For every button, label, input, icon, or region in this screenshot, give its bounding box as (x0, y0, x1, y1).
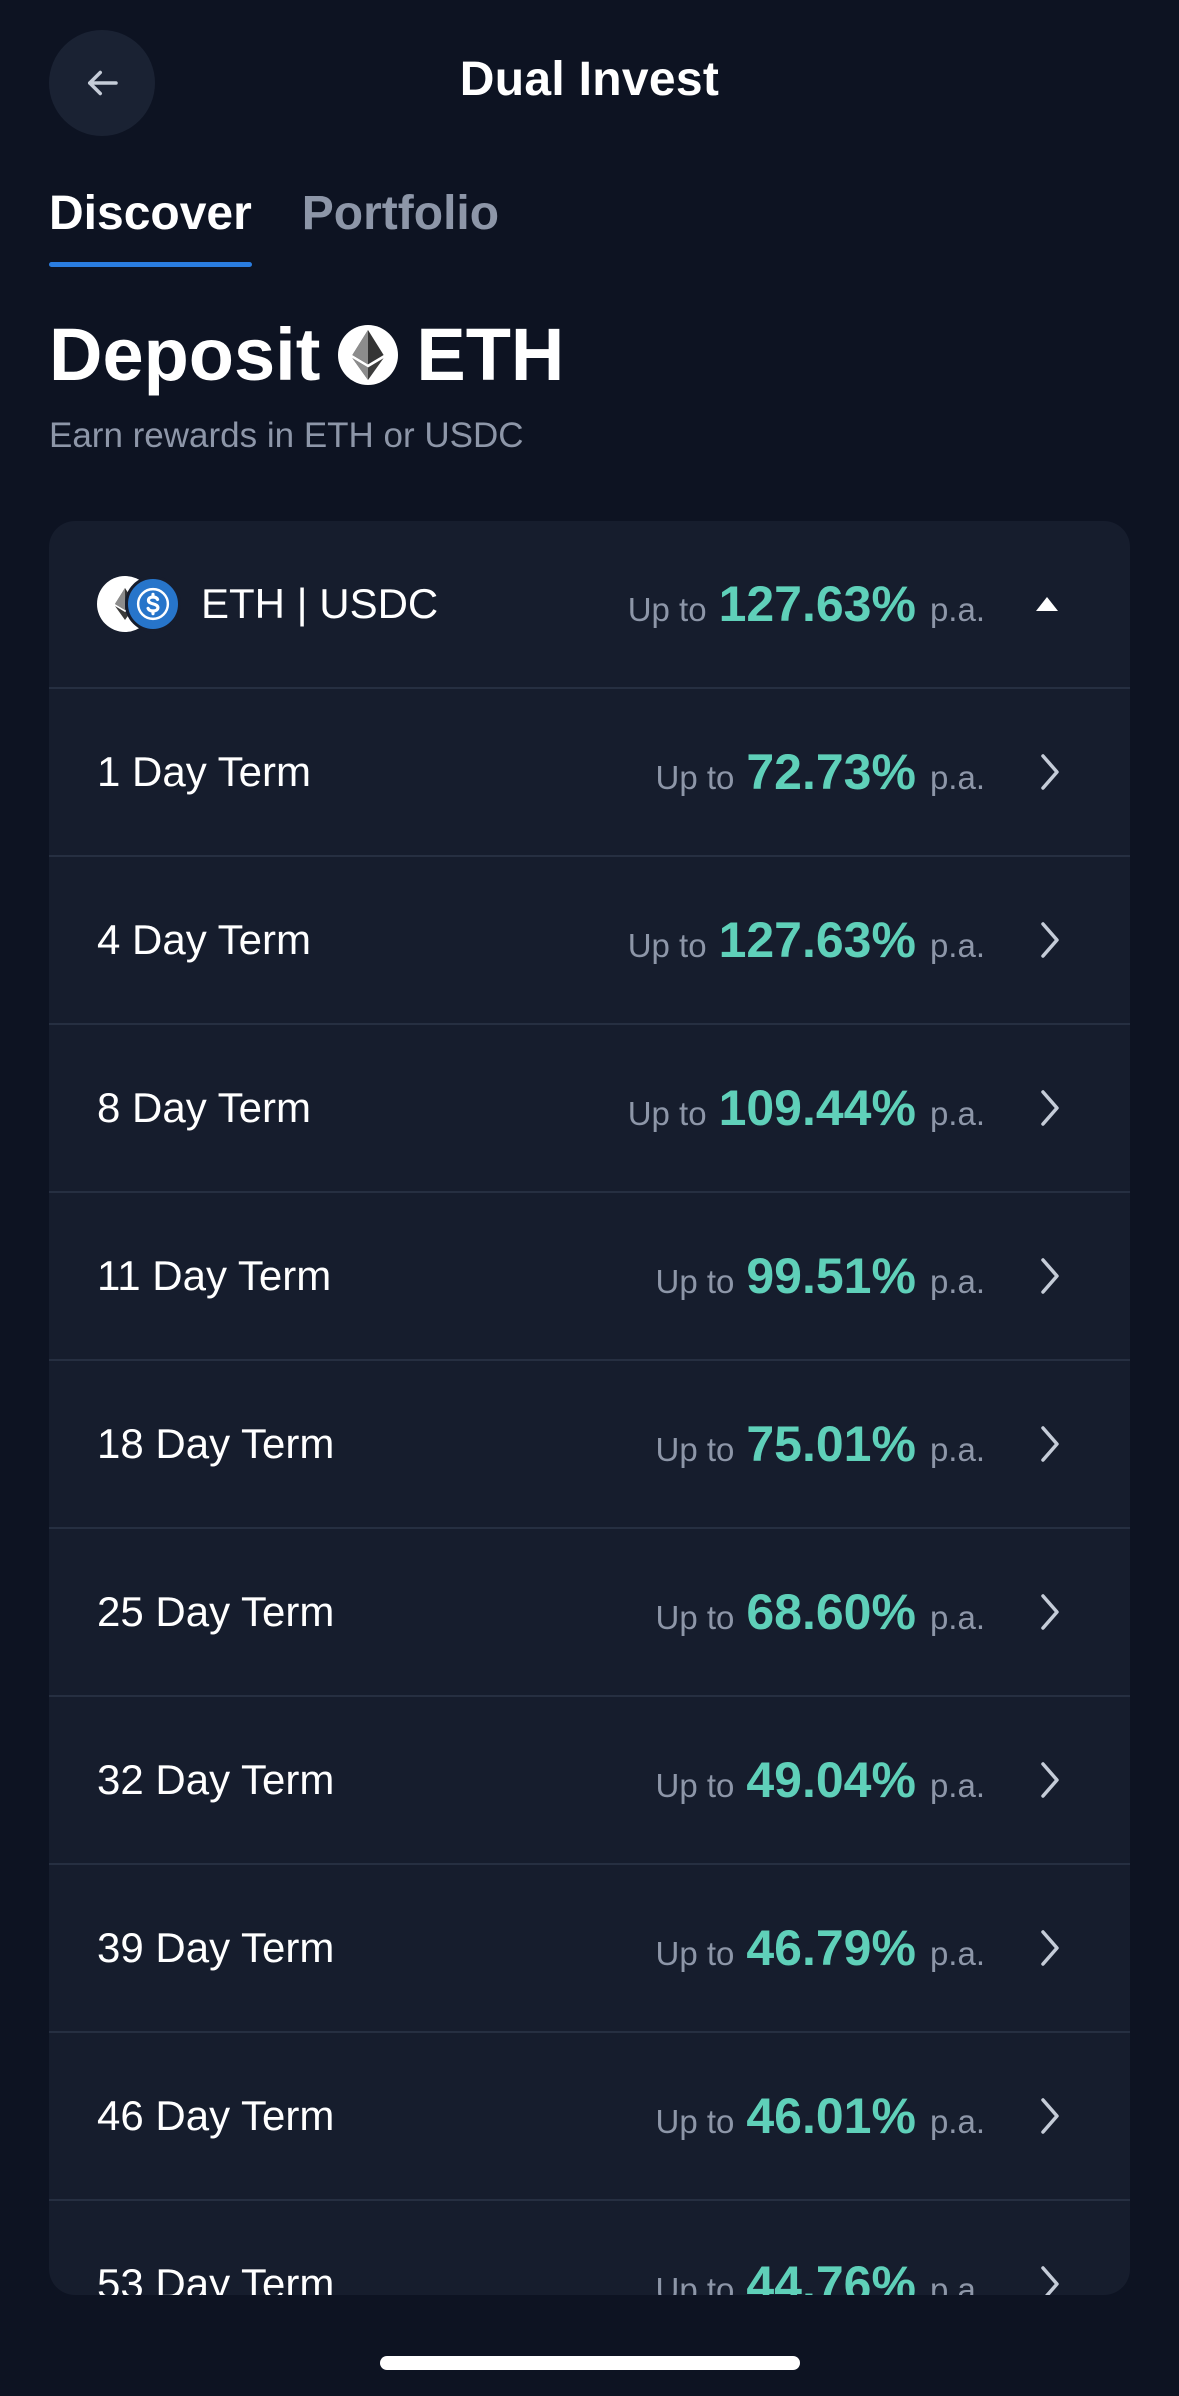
term-row[interactable]: 4 Day Term Up to 127.63% p.a. (49, 857, 1130, 1025)
term-rate: Up to 75.01% p.a. (655, 1415, 985, 1473)
rate-value: 127.63% (718, 576, 916, 632)
rate-prefix: Up to (627, 591, 707, 628)
rate-suffix: p.a. (929, 2103, 985, 2140)
chevron-right-icon (1041, 922, 1059, 958)
pair-rate: Up to 127.63% p.a. (628, 575, 985, 633)
rate-suffix: p.a. (929, 1431, 985, 1468)
term-rate: Up to 127.63% p.a. (628, 911, 985, 969)
rate-value: 72.73% (746, 744, 916, 800)
rate-suffix: p.a. (929, 1599, 985, 1636)
term-label: 18 Day Term (97, 1420, 335, 1467)
rate-prefix: Up to (655, 1599, 735, 1636)
term-rate: Up to 46.79% p.a. (655, 1919, 985, 1977)
term-row[interactable]: 11 Day Term Up to 99.51% p.a. (49, 1193, 1130, 1361)
pair-label: ETH | USDC (201, 580, 439, 627)
page-title: Dual Invest (459, 53, 720, 106)
term-row[interactable]: 32 Day Term Up to 49.04% p.a. (49, 1697, 1130, 1865)
term-rate: Up to 46.01% p.a. (655, 2087, 985, 2145)
rate-suffix: p.a. (929, 1095, 985, 1132)
term-row[interactable]: 8 Day Term Up to 109.44% p.a. (49, 1025, 1130, 1193)
rate-prefix: Up to (655, 1263, 735, 1300)
rate-prefix: Up to (627, 1095, 707, 1132)
rate-suffix: p.a. (929, 1263, 985, 1300)
deposit-subtitle: Earn rewards in ETH or USDC (49, 416, 524, 455)
term-list: 1 Day Term Up to 72.73% p.a. 4 Day Term Up to… (49, 689, 1130, 2295)
term-label: 46 Day Term (97, 2092, 335, 2139)
rate-prefix: Up to (655, 2103, 735, 2140)
chevron-right-icon (1041, 2266, 1059, 2295)
home-indicator (380, 2356, 800, 2370)
chevron-right-icon (1041, 1090, 1059, 1126)
term-label: 25 Day Term (97, 1588, 335, 1635)
rate-suffix: p.a. (929, 1935, 985, 1972)
chevron-right-icon (1041, 2098, 1059, 2134)
pair-header-row[interactable]: ETH | USDC Up to 127.63% p.a. (49, 521, 1130, 689)
chevron-right-icon (1041, 1258, 1059, 1294)
pair-icons (97, 576, 181, 632)
term-label: 4 Day Term (97, 916, 311, 963)
rate-suffix: p.a. (929, 759, 985, 796)
chevron-right-icon (1041, 1930, 1059, 1966)
screen: Dual Invest Discover Portfolio Deposit E… (0, 0, 1179, 2396)
term-rate: Up to 99.51% p.a. (655, 1247, 985, 1305)
rate-prefix: Up to (655, 2271, 735, 2295)
term-label: 39 Day Term (97, 1924, 335, 1971)
term-rate: Up to 109.44% p.a. (628, 1079, 985, 1137)
term-label: 11 Day Term (97, 1252, 332, 1299)
chevron-right-icon (1041, 1762, 1059, 1798)
term-row[interactable]: 25 Day Term Up to 68.60% p.a. (49, 1529, 1130, 1697)
rate-value: 68.60% (746, 1584, 916, 1640)
term-label: 1 Day Term (97, 748, 311, 795)
caret-up-icon (1036, 597, 1058, 611)
deposit-asset: ETH (416, 313, 565, 396)
term-row[interactable]: 46 Day Term Up to 46.01% p.a. (49, 2033, 1130, 2201)
chevron-right-icon (1041, 1594, 1059, 1630)
term-label: 8 Day Term (97, 1084, 311, 1131)
rate-value: 49.04% (746, 1752, 916, 1808)
term-row[interactable]: 18 Day Term Up to 75.01% p.a. (49, 1361, 1130, 1529)
term-row[interactable]: 39 Day Term Up to 46.79% p.a. (49, 1865, 1130, 2033)
term-rate: Up to 49.04% p.a. (655, 1751, 985, 1809)
eth-icon (338, 324, 399, 385)
term-row[interactable]: 1 Day Term Up to 72.73% p.a. (49, 689, 1130, 857)
deposit-prefix: Deposit (49, 313, 321, 396)
tab-portfolio[interactable]: Portfolio (302, 186, 499, 267)
deposit-heading: Deposit ETH (49, 312, 564, 397)
rate-value: 46.01% (746, 2088, 916, 2144)
term-label: 32 Day Term (97, 1756, 335, 1803)
chevron-right-icon (1041, 1426, 1059, 1462)
rate-suffix: p.a. (929, 591, 985, 628)
tab-bar: Discover Portfolio (49, 186, 499, 267)
product-card: ETH | USDC Up to 127.63% p.a. 1 Day Term… (49, 521, 1130, 2295)
rate-prefix: Up to (627, 927, 707, 964)
rate-value: 46.79% (746, 1920, 916, 1976)
usdc-icon (125, 576, 181, 632)
rate-value: 127.63% (718, 912, 916, 968)
chevron-right-icon (1041, 754, 1059, 790)
rate-value: 75.01% (746, 1416, 916, 1472)
rate-prefix: Up to (655, 1767, 735, 1804)
rate-value: 109.44% (718, 1080, 916, 1136)
rate-suffix: p.a. (929, 1767, 985, 1804)
term-rate: Up to 68.60% p.a. (655, 1583, 985, 1641)
rate-value: 44.76% (746, 2256, 916, 2295)
rate-value: 99.51% (746, 1248, 916, 1304)
rate-prefix: Up to (655, 1935, 735, 1972)
rate-suffix: p.a. (929, 2271, 985, 2295)
term-rate: Up to 44.76% p.a. (655, 2255, 985, 2295)
rate-prefix: Up to (655, 1431, 735, 1468)
rate-suffix: p.a. (929, 927, 985, 964)
rate-prefix: Up to (655, 759, 735, 796)
term-label: 53 Day Term (97, 2260, 335, 2295)
term-rate: Up to 72.73% p.a. (655, 743, 985, 801)
term-row[interactable]: 53 Day Term Up to 44.76% p.a. (49, 2201, 1130, 2295)
tab-discover[interactable]: Discover (49, 186, 252, 267)
